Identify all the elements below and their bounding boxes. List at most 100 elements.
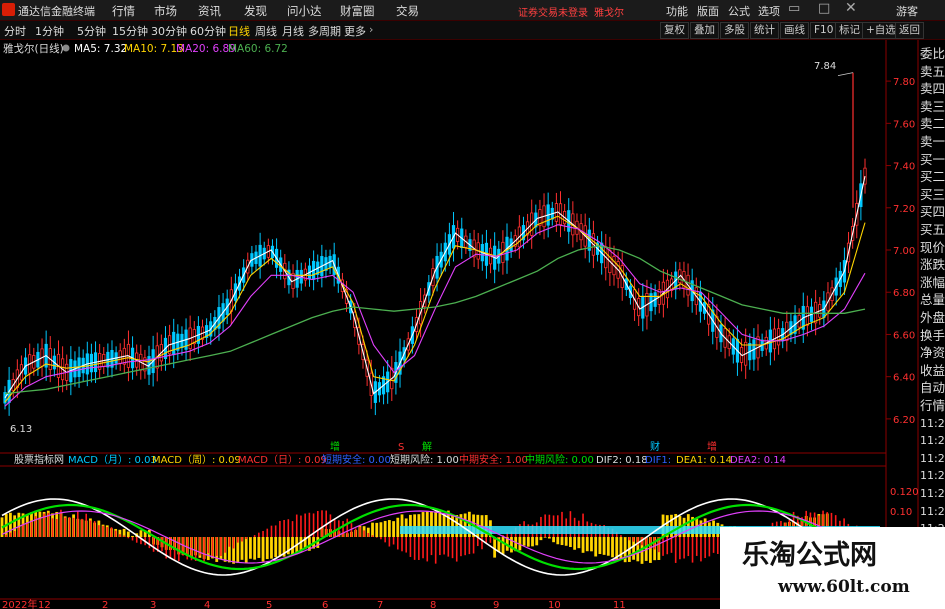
indicator-bar-daily xyxy=(460,537,462,557)
price-tick-label: 6.40 xyxy=(893,373,915,384)
menu-gongneng[interactable]: 功能 xyxy=(666,3,688,19)
period-daily[interactable]: 日线 xyxy=(228,23,250,39)
watermark-box: 乐淘公式网 www.60lt.com xyxy=(720,527,945,609)
menu-hangqing[interactable]: 行情 xyxy=(112,3,135,19)
period-fenshi[interactable]: 分时 xyxy=(4,23,26,39)
back-button[interactable]: 返回 xyxy=(895,22,924,39)
indicator-bar-daily xyxy=(695,537,698,556)
menu-zixun[interactable]: 资讯 xyxy=(198,3,221,19)
quote-label: 买五 xyxy=(920,222,945,237)
indicator-bar-daily xyxy=(392,537,395,545)
indicator-bar-daily xyxy=(102,525,104,537)
indicator-bar-daily xyxy=(704,537,706,559)
huaxian-button[interactable]: 画线 xyxy=(780,22,809,39)
quote-label[interactable]: 行情 xyxy=(920,398,945,413)
period-more[interactable]: 更多 xyxy=(344,23,366,39)
indicator-bar-weekly xyxy=(585,537,589,552)
biaoji-button[interactable]: 标记 xyxy=(835,22,864,39)
indicator-bar-weekly xyxy=(501,537,505,554)
indicator-bar-daily xyxy=(321,510,323,537)
f10-button[interactable]: F10 xyxy=(810,22,838,39)
event-marker-5[interactable]: 增 xyxy=(707,440,717,453)
indicator-bar-daily xyxy=(342,521,344,537)
quote-label: 11:29 xyxy=(920,451,945,465)
indicator-bar-daily xyxy=(224,537,226,553)
quote-label: 收益 xyxy=(920,362,945,378)
indicator-bar-daily xyxy=(443,537,445,555)
event-marker-4[interactable]: 财 xyxy=(650,440,660,453)
menu-xuanxiang[interactable]: 选项 xyxy=(758,3,780,19)
login-notice[interactable]: 证券交易未登录 xyxy=(518,4,588,19)
period-monthly[interactable]: 月线 xyxy=(282,23,304,39)
period-1min[interactable]: 1分钟 xyxy=(35,23,64,39)
indicator-bar-daily xyxy=(405,537,408,553)
period-multi[interactable]: 多周期 xyxy=(308,23,341,39)
menu-wenxiaoda[interactable]: 问小达 xyxy=(287,3,322,19)
tongji-button[interactable]: 统计 xyxy=(750,22,779,39)
date-tick-label: 3 xyxy=(150,600,156,609)
quote-label[interactable]: 自动 xyxy=(920,380,945,395)
period-60min[interactable]: 60分钟 xyxy=(190,23,226,39)
indicator-bar-daily xyxy=(110,527,113,537)
close-icon[interactable]: ✕ xyxy=(845,0,857,16)
indicator-bar-daily xyxy=(359,526,361,537)
indicator-bar-daily xyxy=(464,537,466,556)
indicator-bar-daily xyxy=(85,513,88,537)
indicator-bar-daily xyxy=(220,537,222,556)
indicator-bar-daily xyxy=(316,510,319,537)
indicator-bar-weekly xyxy=(611,537,614,558)
period-5min[interactable]: 5分钟 xyxy=(77,23,106,39)
indicator-bar-weekly xyxy=(249,537,252,559)
indicator-bar-daily xyxy=(18,527,20,537)
menu-jiaoyi[interactable]: 交易 xyxy=(396,3,419,19)
indicator-bar-daily xyxy=(161,537,163,552)
menu-banmian[interactable]: 版面 xyxy=(697,3,719,19)
date-tick-label: 6 xyxy=(322,600,328,609)
period-15min[interactable]: 15分钟 xyxy=(112,23,148,39)
indicator-bar-weekly xyxy=(270,537,273,559)
indicator-bar-daily xyxy=(253,535,256,537)
date-tick-label: 2022年 xyxy=(2,598,37,609)
indicator-bar-weekly xyxy=(278,537,282,557)
duogu-button[interactable]: 多股 xyxy=(720,22,749,39)
indicator-bar-weekly xyxy=(569,537,572,547)
menu-faxian[interactable]: 发现 xyxy=(244,3,267,19)
indicator-bar-daily xyxy=(628,537,631,541)
chevron-right-icon[interactable]: › xyxy=(369,23,373,36)
quote-label: 买四 xyxy=(920,204,945,220)
indicator-bar-daily xyxy=(354,528,357,537)
title-bar: 通达信金融终端 行情 市场 资讯 发现 问小达 财富圈 交易 证券交易未登录 雅… xyxy=(0,0,945,21)
menu-caifuquan[interactable]: 财富圈 xyxy=(340,3,375,19)
indicator-bar-weekly xyxy=(244,537,248,564)
indicator-bar-daily xyxy=(114,530,117,537)
period-30min[interactable]: 30分钟 xyxy=(151,23,187,39)
kline-chart[interactable]: 雅戈尔(日线) MA5: 7.32 MA10: 7.13 MA20: 6.89 … xyxy=(0,40,945,609)
sub-legend-item: MACD（日）: 0.09 xyxy=(238,454,327,466)
indicator-bar-weekly xyxy=(510,537,513,553)
diejia-button[interactable]: 叠加 xyxy=(690,22,719,39)
menu-gongshi[interactable]: 公式 xyxy=(728,3,750,19)
menu-shichang[interactable]: 市场 xyxy=(154,3,177,19)
date-tick-label: 5 xyxy=(266,600,272,609)
indicator-bar-weekly xyxy=(552,537,555,543)
restore-icon[interactable]: □ xyxy=(818,1,830,16)
indicator-bar-daily xyxy=(169,537,172,559)
quote-label: 买一 xyxy=(920,151,945,167)
event-marker-2[interactable]: S xyxy=(398,442,404,453)
indicator-bar-daily xyxy=(426,537,429,562)
indicator-bar-daily xyxy=(76,511,79,537)
guest-label[interactable]: 游客 xyxy=(896,3,918,19)
indicator-bar-weekly xyxy=(392,521,395,537)
period-weekly[interactable]: 周线 xyxy=(255,23,277,39)
event-marker-3[interactable]: 解 xyxy=(422,440,432,453)
indicator-bar-weekly xyxy=(139,530,143,537)
minimize-icon[interactable]: ▭ xyxy=(788,1,800,16)
indicator-bar-daily xyxy=(148,537,151,549)
fuquan-button[interactable]: 复权 xyxy=(660,22,689,39)
indicator-bar-daily xyxy=(22,523,24,537)
indicator-bar-weekly xyxy=(126,531,130,537)
indicator-bar-weekly xyxy=(379,522,383,537)
legend-gear-icon[interactable] xyxy=(62,44,70,52)
indicator-bar-weekly xyxy=(535,537,539,546)
event-marker-1[interactable]: 增 xyxy=(330,440,340,453)
